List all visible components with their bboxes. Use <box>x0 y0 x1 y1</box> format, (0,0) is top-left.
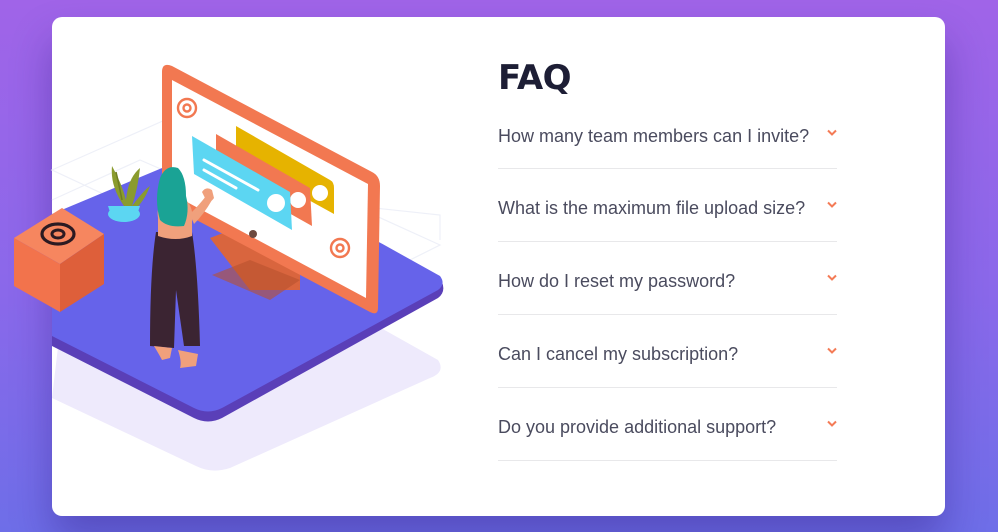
faq-question[interactable]: How many team members can I invite? <box>498 125 809 147</box>
chevron-down-icon[interactable] <box>827 274 837 282</box>
faq-list: How many team members can I invite? What… <box>498 97 837 461</box>
chevron-down-icon[interactable] <box>827 129 837 137</box>
faq-question[interactable]: How do I reset my password? <box>498 270 735 292</box>
faq-item[interactable]: Do you provide additional support? <box>498 388 837 461</box>
faq-item[interactable]: How do I reset my password? <box>498 242 837 315</box>
faq-item[interactable]: Can I cancel my subscription? <box>498 315 837 388</box>
faq-question[interactable]: Can I cancel my subscription? <box>498 343 738 365</box>
chevron-down-icon[interactable] <box>827 201 837 209</box>
faq-question[interactable]: Do you provide additional support? <box>498 416 776 438</box>
faq-item[interactable]: What is the maximum file upload size? <box>498 169 837 242</box>
chevron-down-icon[interactable] <box>827 347 837 355</box>
faq-title: FAQ <box>498 58 572 98</box>
faq-question[interactable]: What is the maximum file upload size? <box>498 197 805 219</box>
chevron-down-icon[interactable] <box>827 420 837 428</box>
faq-item[interactable]: How many team members can I invite? <box>498 97 837 169</box>
